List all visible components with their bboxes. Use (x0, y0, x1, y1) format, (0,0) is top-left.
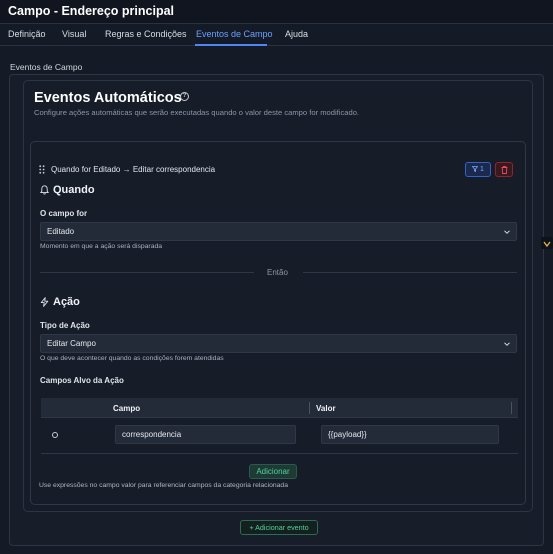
divider-right (303, 272, 517, 273)
chevron-down-icon (504, 342, 510, 346)
section-label: Eventos de Campo (10, 62, 83, 72)
automatic-events-card: Eventos Automáticos ? Configure ações au… (23, 80, 533, 512)
chevron-down-icon (543, 241, 551, 248)
active-tab-indicator (195, 44, 267, 46)
tab-regras-condicoes[interactable]: Regras e Condições (105, 29, 187, 39)
action-type-hint: O que deve acontecer quando as condições… (40, 355, 224, 362)
campo-input[interactable]: correspondencia (115, 425, 296, 444)
action-type-select[interactable]: Editar Campo (40, 334, 517, 353)
events-panel: Eventos Automáticos ? Configure ações au… (9, 74, 544, 546)
trigger-hint: Momento em que a ação será disparada (40, 243, 163, 250)
tab-eventos-de-campo[interactable]: Eventos de Campo (196, 29, 273, 39)
column-separator (511, 402, 512, 414)
action-heading: Ação (53, 296, 80, 308)
column-separator (309, 402, 310, 414)
event-card: Quando for Editado → Editar corresponden… (30, 141, 526, 505)
trigger-select[interactable]: Editado (40, 222, 517, 241)
trash-icon (501, 166, 508, 174)
automatic-events-description: Configure ações automáticas que serão ex… (34, 108, 360, 117)
automatic-events-title: Eventos Automáticos (34, 90, 182, 106)
event-summary: Quando for Editado → Editar corresponden… (51, 165, 216, 174)
action-type-label: Tipo de Ação (40, 321, 90, 330)
when-heading: Quando (53, 184, 95, 196)
tab-visual[interactable]: Visual (62, 29, 86, 39)
then-divider-label: Então (267, 268, 288, 277)
filter-count: 1 (480, 166, 484, 173)
add-event-button[interactable]: + Adicionar evento (240, 520, 318, 535)
divider-left (40, 272, 254, 273)
lightning-icon (40, 297, 49, 307)
help-icon[interactable]: ? (180, 92, 189, 101)
table-header: Campo Valor (41, 398, 518, 418)
column-valor: Valor (316, 404, 336, 413)
remove-row-icon[interactable] (52, 432, 58, 438)
valor-input[interactable]: {{payload}} (321, 425, 499, 444)
side-panel-toggle[interactable] (541, 237, 553, 249)
delete-event-button[interactable] (495, 162, 513, 177)
action-type-value: Editar Campo (47, 339, 96, 348)
trigger-select-value: Editado (47, 227, 75, 236)
add-event-label: Adicionar evento (255, 523, 309, 532)
targets-table: Campo Valor correspondencia {{payload}} (41, 398, 518, 454)
bell-icon (40, 185, 49, 195)
window-title: Campo - Endereço principal (8, 4, 175, 18)
when-field-label: O campo for (40, 209, 88, 218)
tab-ajuda[interactable]: Ajuda (285, 29, 308, 39)
targets-label: Campos Alvo da Ação (40, 376, 124, 385)
window-titlebar: Campo - Endereço principal (0, 0, 553, 24)
add-target-hint: Use expressões no campo valor para refer… (39, 482, 288, 489)
tab-definicao[interactable]: Definição (8, 29, 46, 39)
filter-icon (471, 166, 479, 173)
chevron-down-icon (504, 230, 510, 234)
filter-count-badge[interactable]: 1 (465, 162, 491, 177)
drag-handle-icon[interactable] (39, 165, 45, 174)
table-row-border (41, 453, 518, 454)
tab-bar: Definição Visual Regras e Condições Even… (0, 24, 553, 46)
column-campo: Campo (113, 404, 141, 413)
add-target-button[interactable]: Adicionar (249, 464, 297, 479)
